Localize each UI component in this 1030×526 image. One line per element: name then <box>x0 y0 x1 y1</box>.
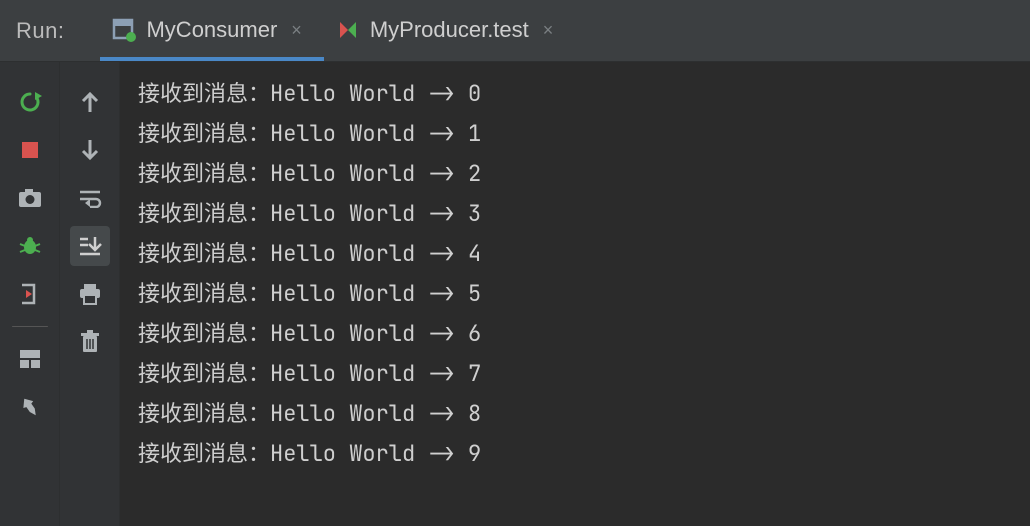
arrow-down-icon <box>80 138 100 162</box>
run-tabs: MyConsumer × MyProducer.test × <box>100 0 575 61</box>
console-output[interactable]: 接收到消息：Hello World -> 0 接收到消息：Hello World… <box>120 62 1030 526</box>
camera-icon <box>18 188 42 208</box>
run-toolbar-secondary <box>60 62 120 526</box>
console-line: 接收到消息：Hello World -> 5 <box>138 274 1030 314</box>
run-label: Run: <box>16 18 64 44</box>
run-tool-window-header: Run: MyConsumer × MyProducer.test × <box>0 0 1030 62</box>
soft-wrap-icon <box>78 188 102 208</box>
debug-button[interactable] <box>10 226 50 266</box>
printer-icon <box>78 283 102 305</box>
scroll-to-end-button[interactable] <box>70 226 110 266</box>
dump-threads-button[interactable] <box>10 178 50 218</box>
layout-button[interactable] <box>10 339 50 379</box>
console-line: 接收到消息：Hello World -> 2 <box>138 154 1030 194</box>
console-line: 接收到消息：Hello World -> 6 <box>138 314 1030 354</box>
rerun-icon <box>18 90 42 114</box>
tab-label: MyProducer.test <box>370 17 529 43</box>
run-toolbar-primary <box>0 62 60 526</box>
clear-all-button[interactable] <box>70 322 110 362</box>
layout-icon <box>19 349 41 369</box>
stop-icon <box>20 140 40 160</box>
print-button[interactable] <box>70 274 110 314</box>
console-line: 接收到消息：Hello World -> 7 <box>138 354 1030 394</box>
close-icon[interactable]: × <box>543 21 554 39</box>
scroll-up-button[interactable] <box>70 82 110 122</box>
arrow-up-icon <box>80 90 100 114</box>
exit-icon <box>18 282 42 306</box>
console-line: 接收到消息：Hello World -> 4 <box>138 234 1030 274</box>
console-line: 接收到消息：Hello World -> 1 <box>138 114 1030 154</box>
console-line: 接收到消息：Hello World -> 3 <box>138 194 1030 234</box>
close-icon[interactable]: × <box>291 21 302 39</box>
pin-button[interactable] <box>10 387 50 427</box>
run-tool-window-body: 接收到消息：Hello World -> 0 接收到消息：Hello World… <box>0 62 1030 526</box>
toolbar-separator <box>12 326 48 327</box>
console-line: 接收到消息：Hello World -> 9 <box>138 434 1030 474</box>
scroll-end-icon <box>78 235 102 257</box>
console-line: 接收到消息：Hello World -> 0 <box>138 74 1030 114</box>
app-run-icon <box>112 18 136 42</box>
trash-icon <box>80 330 100 354</box>
scroll-down-button[interactable] <box>70 130 110 170</box>
test-run-icon <box>336 18 360 42</box>
tab-myproducer-test[interactable]: MyProducer.test × <box>324 0 575 61</box>
tab-label: MyConsumer <box>146 17 277 43</box>
bug-icon <box>18 234 42 258</box>
tab-myconsumer[interactable]: MyConsumer × <box>100 0 323 61</box>
soft-wrap-button[interactable] <box>70 178 110 218</box>
console-line: 接收到消息：Hello World -> 8 <box>138 394 1030 434</box>
stop-button[interactable] <box>10 130 50 170</box>
exit-button[interactable] <box>10 274 50 314</box>
pin-icon <box>20 396 40 418</box>
rerun-button[interactable] <box>10 82 50 122</box>
